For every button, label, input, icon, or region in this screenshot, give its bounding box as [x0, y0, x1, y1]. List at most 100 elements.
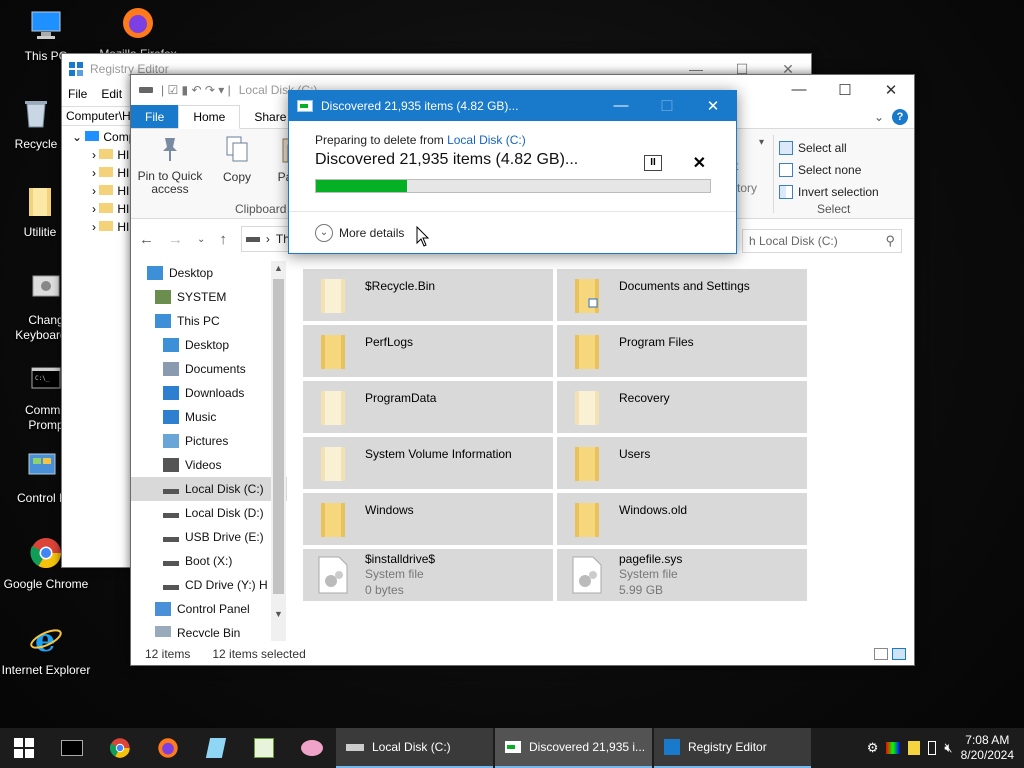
- file-tile[interactable]: Recovery: [557, 381, 807, 433]
- desktop-icon-ie[interactable]: e Internet Explorer: [0, 621, 92, 677]
- file-tile[interactable]: $installdrive$ System file 0 bytes: [303, 549, 553, 601]
- nav-item[interactable]: Documents: [131, 357, 287, 381]
- tree-node-label: HI: [117, 184, 130, 198]
- details-view-icon[interactable]: [874, 648, 888, 660]
- select-all-button[interactable]: Select all: [779, 137, 909, 159]
- source-link[interactable]: Local Disk (C:): [447, 133, 526, 147]
- invert-selection-button[interactable]: Invert selection: [779, 181, 909, 203]
- notes-icon[interactable]: [908, 741, 921, 755]
- pin-quick-access-button[interactable]: Pin to Quick access: [131, 129, 209, 218]
- file-name: Windows: [365, 503, 414, 517]
- terminal-icon: [61, 740, 83, 756]
- folder-icon: [29, 188, 51, 216]
- file-tile[interactable]: Windows.old: [557, 493, 807, 545]
- maximize-button[interactable]: ☐: [822, 81, 868, 99]
- scroll-up-icon[interactable]: ▲: [274, 263, 283, 273]
- start-button[interactable]: [0, 728, 48, 768]
- scroll-thumb[interactable]: [273, 279, 284, 594]
- clock[interactable]: 7:08 AM 8/20/2024: [961, 733, 1014, 763]
- file-tile[interactable]: System Volume Information: [303, 437, 553, 489]
- nav-item[interactable]: SYSTEM: [131, 285, 287, 309]
- nav-item[interactable]: USB Drive (E:): [131, 525, 287, 549]
- nav-item[interactable]: Boot (X:): [131, 549, 287, 573]
- search-input[interactable]: h Local Disk (C:) ⚲: [742, 229, 902, 253]
- folder-icon: [163, 434, 179, 448]
- close-button[interactable]: ✕: [868, 81, 914, 99]
- nav-item[interactable]: Recycle Bin: [131, 621, 287, 637]
- recent-locations-icon[interactable]: ⌄: [197, 234, 205, 245]
- nav-item[interactable]: Pictures: [131, 429, 287, 453]
- chrome-icon: [30, 538, 62, 569]
- taskbar-chrome[interactable]: [96, 728, 144, 768]
- nav-item[interactable]: Desktop: [131, 333, 287, 357]
- select-none-button[interactable]: Select none: [779, 159, 909, 181]
- large-icons-view-icon[interactable]: [892, 648, 906, 660]
- dialog-title: Discovered 21,935 items (4.82 GB)...: [321, 99, 519, 113]
- chevron-right-icon: ›: [92, 220, 100, 234]
- maximize-button[interactable]: ☐: [644, 97, 690, 115]
- drive-icon: [245, 236, 260, 242]
- taskbar-cmd[interactable]: [48, 728, 96, 768]
- minimize-button[interactable]: —: [598, 97, 644, 115]
- file-tile[interactable]: Users: [557, 437, 807, 489]
- chevron-down-icon[interactable]: ⌄: [874, 110, 884, 124]
- pause-button[interactable]: II: [644, 155, 662, 171]
- minimize-button[interactable]: —: [776, 81, 822, 99]
- nav-item[interactable]: Local Disk (D:): [131, 501, 287, 525]
- registry-icon: [69, 62, 83, 76]
- file-tile[interactable]: Windows: [303, 493, 553, 545]
- file-name: Users: [619, 447, 651, 461]
- network-icon[interactable]: ⚙: [867, 740, 879, 756]
- delete-progress-dialog[interactable]: Discovered 21,935 items (4.82 GB)... — ☐…: [288, 90, 737, 254]
- dialog-titlebar[interactable]: Discovered 21,935 items (4.82 GB)... — ☐…: [289, 91, 736, 121]
- file-tile[interactable]: Documents and Settings: [557, 269, 807, 321]
- taskbar-app-explorer[interactable]: Local Disk (C:): [336, 728, 493, 768]
- chevron-down-icon: ⌄: [72, 130, 86, 144]
- cancel-button[interactable]: ✕: [693, 153, 706, 173]
- status-bar: 12 items 12 items selected: [131, 643, 914, 665]
- folder-icon: [163, 338, 179, 352]
- up-icon[interactable]: ↑: [219, 231, 227, 248]
- file-tile[interactable]: $Recycle.Bin: [303, 269, 553, 321]
- navigation-pane[interactable]: Desktop SYSTEM This PC Desktop Documents Down…: [131, 261, 287, 637]
- navigation-scrollbar[interactable]: ▲ ▼: [271, 261, 286, 641]
- taskbar-app-registry[interactable]: Registry Editor: [654, 728, 811, 768]
- nav-item[interactable]: Videos: [131, 453, 287, 477]
- tab-home[interactable]: Home: [178, 105, 241, 129]
- nav-item[interactable]: CD Drive (Y:) H: [131, 573, 287, 597]
- file-name: ProgramData: [365, 391, 437, 405]
- taskbar-task-manager[interactable]: [240, 728, 288, 768]
- volume-muted-icon[interactable]: 🔇︎: [944, 740, 952, 756]
- taskbar-app-progress[interactable]: Discovered 21,935 i...: [495, 728, 652, 768]
- taskbar-notepad[interactable]: [192, 728, 240, 768]
- taskbar-paint[interactable]: [288, 728, 336, 768]
- taskbar-firefox[interactable]: [144, 728, 192, 768]
- drive-icon: [346, 743, 364, 751]
- dropdown-arrow-icon[interactable]: ▾: [759, 137, 764, 148]
- nav-item[interactable]: This PC: [131, 309, 287, 333]
- nav-item[interactable]: Control Panel: [131, 597, 287, 621]
- menu-edit[interactable]: Edit: [101, 87, 122, 101]
- menu-file[interactable]: File: [68, 87, 87, 101]
- file-tile[interactable]: Program Files: [557, 325, 807, 377]
- close-button[interactable]: ✕: [690, 97, 736, 115]
- nav-item[interactable]: Local Disk (C:): [131, 477, 287, 501]
- scroll-down-icon[interactable]: ▼: [274, 609, 283, 619]
- file-tile[interactable]: pagefile.sys System file 5.99 GB: [557, 549, 807, 601]
- nav-item[interactable]: Downloads: [131, 381, 287, 405]
- nav-item[interactable]: Desktop: [131, 261, 287, 285]
- file-tile[interactable]: ProgramData: [303, 381, 553, 433]
- help-icon[interactable]: ?: [892, 108, 908, 125]
- file-tile[interactable]: PerfLogs: [303, 325, 553, 377]
- forward-icon[interactable]: →: [168, 231, 183, 248]
- more-details-label: More details: [339, 226, 405, 240]
- tab-file[interactable]: File: [131, 105, 179, 128]
- color-icon[interactable]: [886, 742, 901, 754]
- chrome-icon: [109, 738, 130, 758]
- more-details-button[interactable]: ⌄ More details: [289, 211, 736, 254]
- nav-item[interactable]: Music: [131, 405, 287, 429]
- drive-icon: [163, 484, 179, 494]
- usb-icon[interactable]: [928, 741, 937, 755]
- folder-icon: [163, 362, 179, 376]
- back-icon[interactable]: ←: [139, 231, 154, 248]
